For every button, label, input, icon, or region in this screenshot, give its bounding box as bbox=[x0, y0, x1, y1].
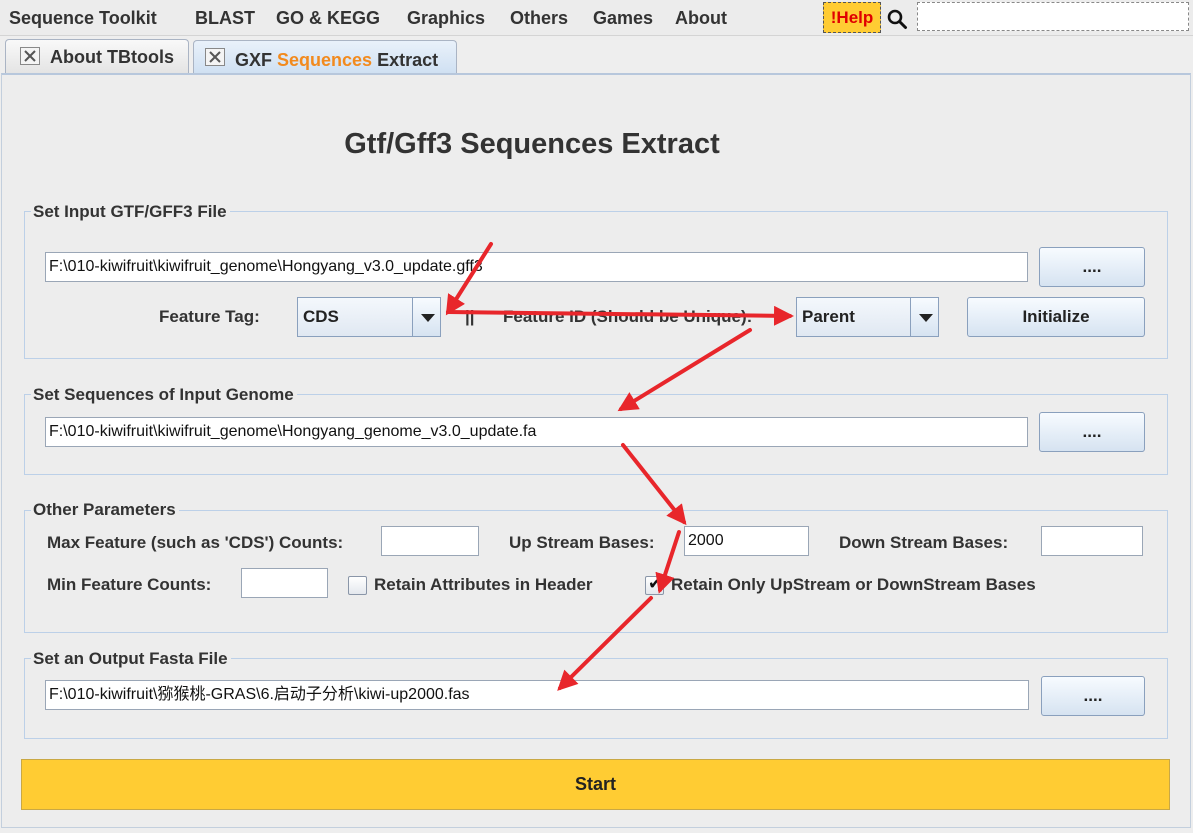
tab-label: GXF Sequences Extract bbox=[235, 50, 439, 70]
retain-attributes-checkbox[interactable] bbox=[348, 576, 367, 595]
menu-games[interactable]: Games bbox=[593, 0, 653, 36]
min-feature-field[interactable] bbox=[241, 568, 328, 598]
close-icon[interactable] bbox=[205, 48, 225, 66]
feature-tag-select[interactable]: CDS bbox=[297, 297, 441, 337]
input-file-group-title: Set Input GTF/GFF3 File bbox=[31, 202, 230, 222]
min-feature-label: Min Feature Counts: bbox=[47, 575, 212, 594]
genome-group-title: Set Sequences of Input Genome bbox=[31, 385, 297, 405]
menu-sequence-toolkit[interactable]: Sequence Toolkit bbox=[9, 0, 157, 36]
genome-file-field[interactable]: F:\010-kiwifruit\kiwifruit_genome\Hongya… bbox=[45, 417, 1028, 447]
search-icon[interactable] bbox=[886, 8, 908, 30]
page-title: Gtf/Gff3 Sequences Extract bbox=[344, 128, 720, 160]
close-icon[interactable] bbox=[20, 47, 40, 65]
menu-others[interactable]: Others bbox=[510, 0, 568, 36]
params-group bbox=[24, 510, 1168, 633]
retain-attributes-label: Retain Attributes in Header bbox=[374, 575, 593, 594]
output-group-title: Set an Output Fasta File bbox=[31, 649, 231, 669]
help-button[interactable]: !Help bbox=[823, 2, 881, 33]
feature-tag-label: Feature Tag: bbox=[159, 307, 260, 326]
retain-updown-checkbox[interactable]: ✔ bbox=[645, 574, 664, 595]
gff-file-field[interactable]: F:\010-kiwifruit\kiwifruit_genome\Hongya… bbox=[45, 252, 1028, 282]
upstream-label: Up Stream Bases: bbox=[509, 533, 655, 552]
tab-label: About TBtools bbox=[50, 47, 174, 67]
chevron-down-icon[interactable] bbox=[910, 298, 938, 336]
feature-tag-value: CDS bbox=[303, 307, 339, 326]
start-button[interactable]: Start bbox=[21, 759, 1170, 810]
feature-id-select[interactable]: Parent bbox=[796, 297, 939, 337]
checkmark-icon: ✔ bbox=[648, 574, 663, 593]
output-file-field[interactable]: F:\010-kiwifruit\猕猴桃-GRAS\6.启动子分析\kiwi-u… bbox=[45, 680, 1029, 710]
menu-blast[interactable]: BLAST bbox=[195, 0, 255, 36]
feature-id-label: Feature ID (Should be Unique): bbox=[503, 307, 753, 326]
retain-updown-label: Retain Only UpStream or DownStream Bases bbox=[671, 575, 1036, 594]
initialize-button[interactable]: Initialize bbox=[967, 297, 1145, 337]
menu-bar: Sequence Toolkit BLAST GO & KEGG Graphic… bbox=[0, 0, 1193, 36]
tab-about-tbtools[interactable]: About TBtools bbox=[5, 39, 189, 73]
browse-output-button[interactable]: .... bbox=[1041, 676, 1145, 716]
tab-gxf-sequences-extract[interactable]: GXF Sequences Extract bbox=[193, 40, 457, 74]
menu-about[interactable]: About bbox=[675, 0, 727, 36]
browse-genome-button[interactable]: .... bbox=[1039, 412, 1145, 452]
feature-id-value: Parent bbox=[802, 307, 855, 326]
browse-gff-button[interactable]: .... bbox=[1039, 247, 1145, 287]
menu-graphics[interactable]: Graphics bbox=[407, 0, 485, 36]
chevron-down-icon[interactable] bbox=[412, 298, 440, 336]
upstream-field[interactable]: 2000 bbox=[684, 526, 809, 556]
max-feature-label: Max Feature (such as 'CDS') Counts: bbox=[47, 533, 344, 552]
menu-go-kegg[interactable]: GO & KEGG bbox=[276, 0, 380, 36]
separator-text: || bbox=[465, 307, 475, 326]
downstream-label: Down Stream Bases: bbox=[839, 533, 1009, 552]
downstream-field[interactable] bbox=[1041, 526, 1143, 556]
search-input[interactable] bbox=[917, 2, 1189, 31]
max-feature-field[interactable] bbox=[381, 526, 479, 556]
params-group-title: Other Parameters bbox=[31, 500, 179, 520]
